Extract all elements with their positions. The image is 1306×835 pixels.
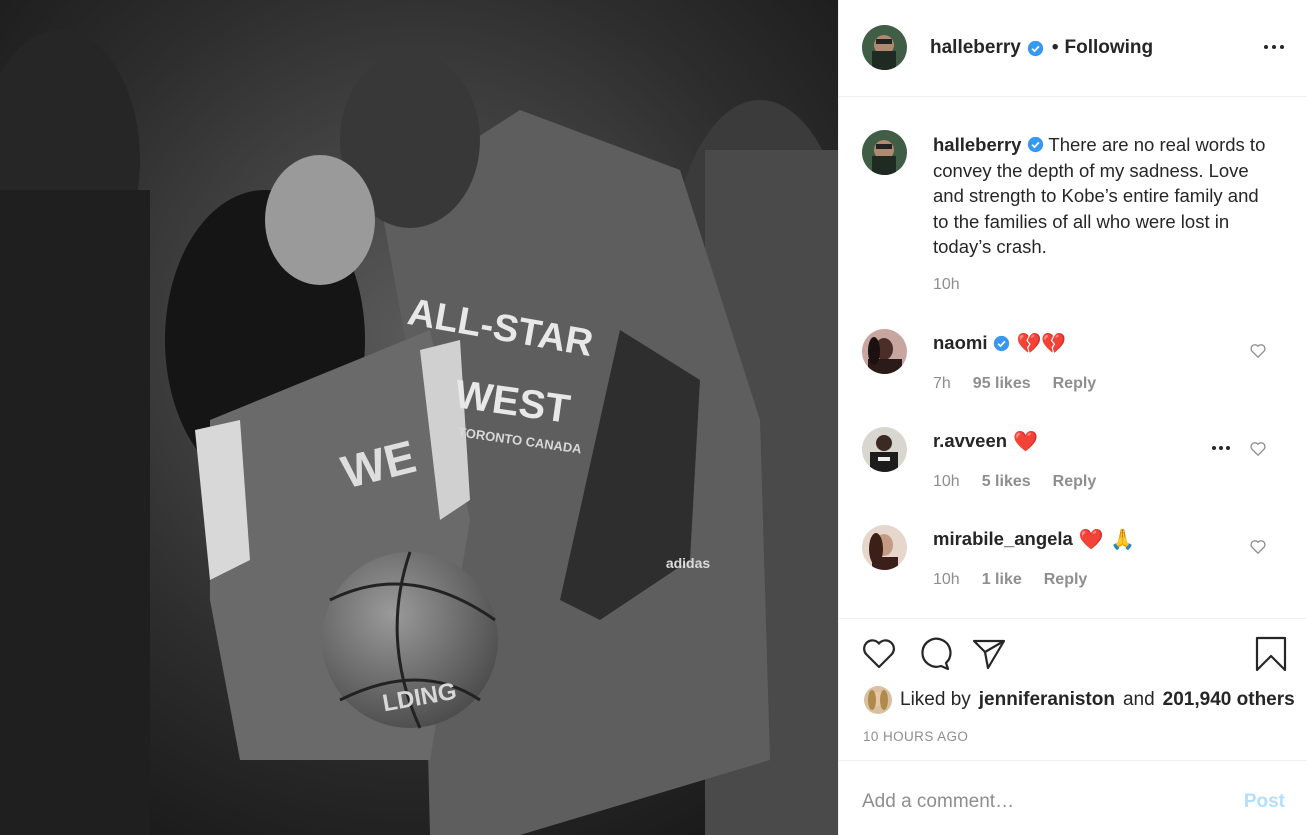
post-comment-button[interactable]: Post: [1244, 791, 1285, 813]
caption-time[interactable]: 10h: [933, 276, 960, 294]
comment-meta: 10h 1 like Reply: [933, 571, 1087, 589]
adidas-logo-text: adidas: [666, 555, 711, 571]
comment-more-options-icon[interactable]: [1212, 446, 1230, 450]
paper-plane-icon[interactable]: [971, 636, 1007, 672]
header-separator: •: [1051, 37, 1059, 58]
comment-time[interactable]: 10h: [933, 473, 960, 491]
comment-item: naomi 💔💔 7h 95 likes Reply: [862, 329, 1282, 409]
comment-body: mirabile_angela ❤️ 🙏: [933, 527, 1135, 551]
comment-item: r.avveen ❤️ 10h 5 likes Reply: [862, 427, 1282, 507]
verified-badge-icon: [994, 335, 1010, 351]
comment-bubble-icon[interactable]: [916, 636, 952, 672]
post-photo-image: ALL-STAR WEST TORONTO CANADA WE LDING ad…: [0, 0, 838, 835]
add-comment-bar: Post: [839, 760, 1306, 835]
comment-time[interactable]: 10h: [933, 571, 960, 589]
comment-item: mirabile_angela ❤️ 🙏 10h 1 like Reply: [862, 525, 1282, 605]
comment-avatar[interactable]: [862, 525, 907, 570]
bookmark-icon[interactable]: [1253, 636, 1289, 672]
comment-username[interactable]: r.avveen: [933, 430, 1007, 452]
more-options-icon[interactable]: [1264, 37, 1284, 57]
comment-likes[interactable]: 5 likes: [982, 473, 1031, 491]
author-avatar[interactable]: [862, 25, 907, 70]
post-side-panel: halleberry • Following halleberry There …: [838, 0, 1306, 835]
caption-text-block: halleberry There are no real words to co…: [933, 132, 1273, 260]
post-actions: Liked by jenniferaniston and 201,940 oth…: [839, 618, 1306, 760]
header-user-line: halleberry • Following: [930, 37, 1153, 59]
comment-body: naomi 💔💔: [933, 331, 1066, 355]
comment-likes[interactable]: 1 like: [982, 571, 1022, 589]
verified-badge-icon: [1027, 136, 1043, 153]
reply-button[interactable]: Reply: [1053, 375, 1097, 393]
comment-avatar[interactable]: [862, 329, 907, 374]
liker-avatar[interactable]: [864, 686, 892, 714]
following-button[interactable]: Following: [1064, 37, 1153, 59]
caption-username[interactable]: halleberry: [933, 134, 1021, 155]
comment-time[interactable]: 7h: [933, 375, 951, 393]
comment-input[interactable]: [862, 787, 1212, 817]
liked-by-line: Liked by jenniferaniston and 201,940 oth…: [864, 686, 1295, 714]
comment-avatar[interactable]: [862, 427, 907, 472]
comment-body: r.avveen ❤️: [933, 429, 1038, 453]
post-photo[interactable]: ALL-STAR WEST TORONTO CANADA WE LDING ad…: [0, 0, 838, 835]
comment-meta: 10h 5 likes Reply: [933, 473, 1096, 491]
comment-text: ❤️: [1013, 429, 1038, 453]
liked-by-prefix: Liked by: [900, 689, 971, 710]
comment-heart-icon[interactable]: [1250, 441, 1266, 456]
liked-by-others[interactable]: 201,940 others: [1163, 689, 1295, 711]
reply-button[interactable]: Reply: [1053, 473, 1097, 491]
comment-username[interactable]: naomi: [933, 332, 987, 354]
comment-heart-icon[interactable]: [1250, 539, 1266, 554]
comment-likes[interactable]: 95 likes: [973, 375, 1031, 393]
comment-text: ❤️ 🙏: [1078, 527, 1136, 551]
caption-author-avatar[interactable]: [862, 130, 907, 175]
reply-button[interactable]: Reply: [1044, 571, 1088, 589]
post-header: halleberry • Following: [839, 0, 1306, 97]
comment-text: 💔💔: [1016, 331, 1067, 355]
comment-heart-icon[interactable]: [1250, 343, 1266, 358]
liked-by-and: and: [1122, 689, 1155, 710]
post-timestamp[interactable]: 10 HOURS AGO: [863, 729, 968, 744]
verified-badge-icon: [1027, 40, 1043, 56]
heart-icon[interactable]: [861, 636, 897, 672]
comment-username[interactable]: mirabile_angela: [933, 528, 1073, 550]
liked-by-user[interactable]: jenniferaniston: [979, 689, 1115, 711]
comments-list[interactable]: halleberry There are no real words to co…: [839, 98, 1306, 618]
author-username[interactable]: halleberry: [930, 37, 1021, 59]
comment-meta: 7h 95 likes Reply: [933, 375, 1096, 393]
